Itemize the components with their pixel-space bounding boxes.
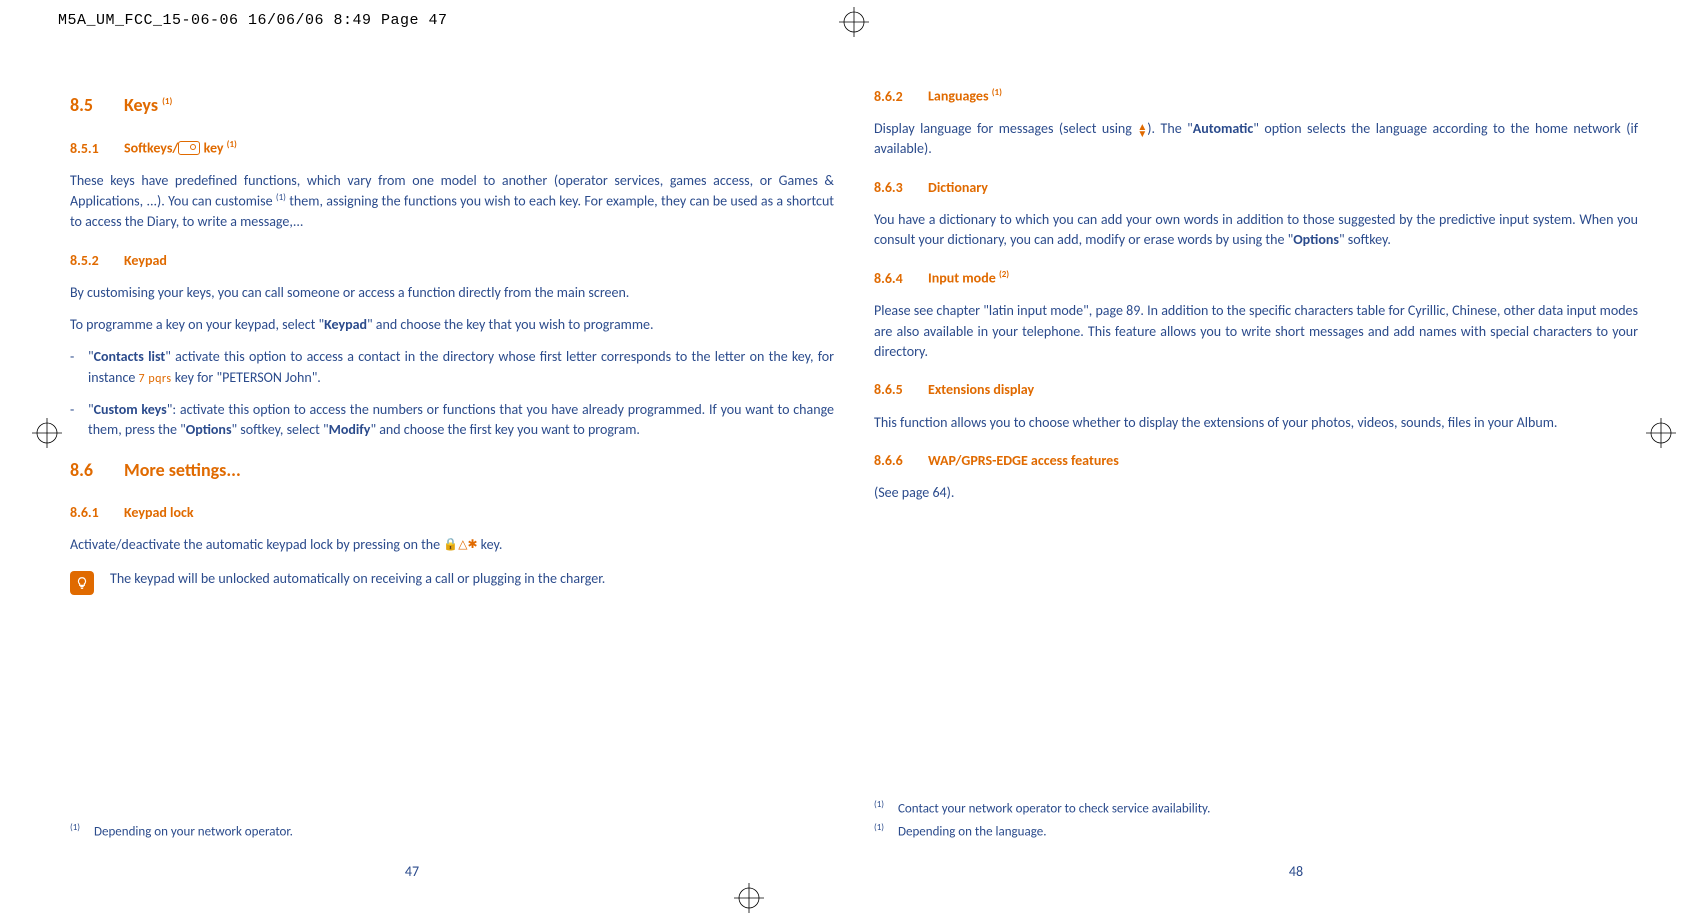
heading-number: 8.6.5 [874, 380, 928, 400]
heading-8-6-4: 8.6.4Input mode (2) [874, 268, 1638, 289]
heading-text: More settings... [124, 459, 241, 481]
footnote-ref: (1) [276, 192, 286, 203]
heading-number: 8.5.1 [70, 139, 124, 159]
lightbulb-icon [70, 571, 94, 595]
heading-text: Softkeys/ [124, 140, 178, 157]
footnote-marker: (1) [874, 821, 898, 834]
footnote: (1)Contact your network operator to chec… [874, 798, 1210, 819]
heading-8-5: 8.5Keys (1) [70, 92, 834, 118]
page-number: 47 [30, 862, 794, 882]
footnotes-left: (1)Depending on your network operator. [70, 819, 293, 842]
paragraph: (See page 64). [874, 483, 1638, 503]
paragraph: These keys have predefined functions, wh… [70, 171, 834, 233]
footnote-ref: (2) [999, 269, 1009, 280]
lock-star-key-icon: 🔒△✱ [443, 537, 477, 554]
heading-text: Extensions display [928, 381, 1034, 398]
heading-text: Input mode [928, 270, 999, 287]
heading-text: WAP/GPRS-EDGE access features [928, 452, 1119, 469]
heading-number: 8.6.3 [874, 178, 928, 198]
heading-8-6-3: 8.6.3Dictionary [874, 178, 1638, 198]
bullet-item: "Contacts list" activate this option to … [70, 347, 834, 388]
paragraph: To programme a key on your keypad, selec… [70, 315, 834, 335]
crop-mark-bottom [734, 883, 764, 913]
heading-8-6-2: 8.6.2Languages (1) [874, 86, 1638, 107]
bullet-item: "Custom keys": activate this option to a… [70, 400, 834, 441]
footnote-marker: (1) [70, 821, 94, 834]
footnote-marker: (1) [874, 798, 898, 811]
note-text: The keypad will be unlocked automaticall… [110, 569, 605, 589]
footnote-ref: (1) [992, 87, 1002, 98]
page-right: 8.6.2Languages (1) Display language for … [874, 82, 1638, 842]
heading-text-2: key [200, 140, 226, 157]
paragraph: This function allows you to choose wheth… [874, 413, 1638, 433]
heading-number: 8.6.1 [70, 503, 124, 523]
heading-text: Dictionary [928, 179, 988, 196]
heading-8-6-5: 8.6.5Extensions display [874, 380, 1638, 400]
footnote-ref: (1) [162, 96, 172, 107]
heading-8-5-1: 8.5.1Softkeys/ key (1) [70, 138, 834, 159]
heading-number: 8.5.2 [70, 251, 124, 271]
footnote: (1)Depending on the language. [874, 821, 1210, 842]
heading-text: Keys [124, 94, 162, 116]
heading-text: Languages [928, 88, 992, 105]
heading-8-6-6: 8.6.6WAP/GPRS-EDGE access features [874, 451, 1638, 471]
heading-number: 8.6 [70, 457, 124, 483]
crop-mark-right [1646, 418, 1676, 448]
heading-text: Keypad [124, 252, 167, 269]
camera-key-icon [178, 141, 200, 155]
heading-8-6-1: 8.6.1Keypad lock [70, 503, 834, 523]
heading-number: 8.6.4 [874, 269, 928, 289]
heading-number: 8.5 [70, 92, 124, 118]
heading-number: 8.6.6 [874, 451, 928, 471]
heading-text: Keypad lock [124, 504, 194, 521]
paragraph: Activate/deactivate the automatic keypad… [70, 535, 834, 555]
paragraph: By customising your keys, you can call s… [70, 283, 834, 303]
crop-mark-top [839, 7, 869, 37]
paragraph: You have a dictionary to which you can a… [874, 210, 1638, 251]
crop-mark-left [32, 418, 62, 448]
footnote: (1)Depending on your network operator. [70, 821, 293, 842]
footnotes-right: (1)Contact your network operator to chec… [874, 796, 1210, 842]
footnote-text: Depending on the language. [898, 824, 1047, 839]
footnote-text: Contact your network operator to check s… [898, 801, 1210, 816]
paragraph: Display language for messages (select us… [874, 119, 1638, 160]
footnote-ref: (1) [227, 139, 237, 150]
heading-8-6: 8.6More settings... [70, 457, 834, 483]
note-callout: The keypad will be unlocked automaticall… [70, 569, 834, 595]
heading-8-5-2: 8.5.2Keypad [70, 251, 834, 271]
print-header: M5A_UM_FCC_15-06-06 16/06/06 8:49 Page 4… [58, 10, 448, 32]
up-down-nav-icon: ▲▼ [1137, 123, 1147, 137]
page-number: 48 [914, 862, 1678, 882]
keypad-key-7: 7 pqrs [139, 372, 172, 386]
document-spread: M5A_UM_FCC_15-06-06 16/06/06 8:49 Page 4… [0, 0, 1708, 917]
heading-number: 8.6.2 [874, 87, 928, 107]
paragraph: Please see chapter "latin input mode", p… [874, 301, 1638, 362]
pages-container: 8.5Keys (1) 8.5.1Softkeys/ key (1) These… [0, 12, 1708, 842]
page-left: 8.5Keys (1) 8.5.1Softkeys/ key (1) These… [70, 82, 834, 842]
footnote-text: Depending on your network operator. [94, 824, 293, 839]
